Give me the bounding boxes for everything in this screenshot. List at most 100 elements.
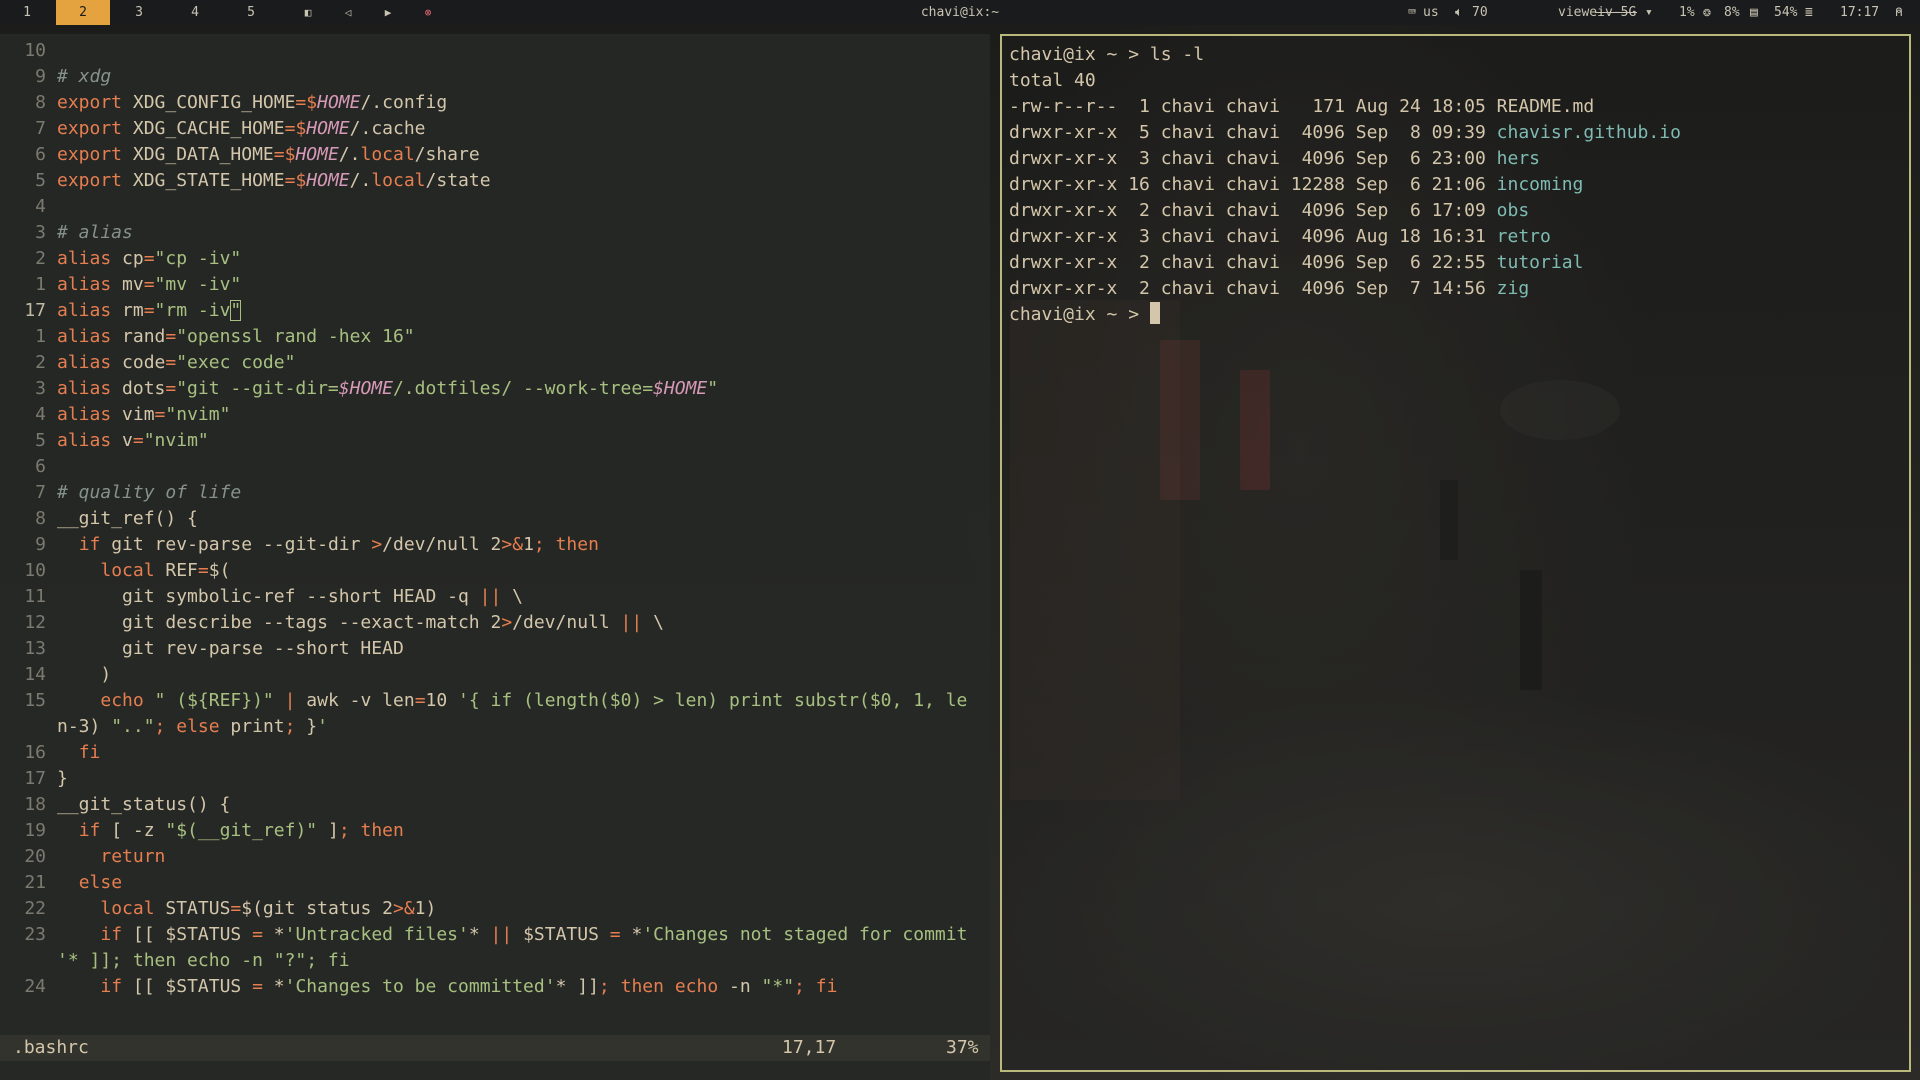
line-number: 1 <box>35 274 46 295</box>
ls-entry: drwxr-xr-x 5 chavi chavi 4096 Sep 8 09:3… <box>1009 120 1681 146</box>
line-number: 4 <box>35 404 46 425</box>
code-text: git rev-parse --short HEAD <box>57 638 404 659</box>
code-text: alias code="exec code" <box>57 352 296 373</box>
code-text: return <box>100 846 166 867</box>
editor-cursor: " <box>230 300 242 321</box>
line-number: 5 <box>35 430 46 451</box>
disk-value: 54% <box>1774 5 1798 20</box>
code-text: else <box>78 872 123 893</box>
code-text: local STATUS=$(git status 2>&1) <box>100 898 437 919</box>
code-text: echo " (${REF})" | awk -v len=10 '{ if (… <box>100 690 968 711</box>
volume-value[interactable]: 70 <box>1472 0 1488 25</box>
next-icon[interactable]: ▶ <box>378 0 398 25</box>
speaker-icon[interactable]: 🔈︎ <box>1455 0 1463 25</box>
workspace-1[interactable]: 1 <box>0 0 54 25</box>
code-text: } <box>57 768 68 789</box>
file-name: README.md <box>1496 96 1595 117</box>
line-number: 13 <box>24 638 46 659</box>
line-number: 15 <box>24 690 46 711</box>
wifi-icon: ▾ <box>1645 5 1653 20</box>
close-window-icon[interactable]: ⊗ <box>418 0 438 25</box>
code-text: alias rand="openssl rand -hex 16" <box>57 326 415 347</box>
ls-entry: drwxr-xr-x 3 chavi chavi 4096 Sep 6 23:0… <box>1009 146 1540 172</box>
terminal-prompt: chavi@ix ~ > <box>1009 304 1140 325</box>
memory-icon: ▤ <box>1750 5 1758 20</box>
line-number: 10 <box>24 560 46 581</box>
editor-window[interactable]: 10 9 # xdg 8 export XDG_CONFIG_HOME=$HOME/.c… <box>0 34 990 1080</box>
ls-entry-meta: drwxr-xr-x 5 chavi chavi 4096 Sep 8 09:3… <box>1009 122 1497 143</box>
workspace-3[interactable]: 3 <box>112 0 166 25</box>
line-number: 6 <box>35 144 46 165</box>
ls-entry-meta: drwxr-xr-x 16 chavi chavi 12288 Sep 6 21… <box>1009 174 1497 195</box>
keyboard-icon: ⌨ <box>1408 5 1416 20</box>
ls-entry: drwxr-xr-x 2 chavi chavi 4096 Sep 6 22:5… <box>1009 250 1583 276</box>
line-number: 22 <box>24 898 46 919</box>
ls-entry: -rw-r--r-- 1 chavi chavi 171 Aug 24 18:0… <box>1009 94 1594 120</box>
code-text: __git_ref() { <box>57 508 198 529</box>
code-text: __git_status() { <box>57 794 231 815</box>
code-text: local REF=$( <box>100 560 231 581</box>
code-text: alias dots="git --git-dir=$HOME/.dotfile… <box>57 378 719 399</box>
cpu-value: 1% <box>1679 5 1695 20</box>
code-text: # quality of life <box>57 482 242 503</box>
status-filename: .bashrc <box>13 1037 89 1058</box>
line-number: 7 <box>35 482 46 503</box>
ls-entry-meta: drwxr-xr-x 2 chavi chavi 4096 Sep 6 17:0… <box>1009 200 1497 221</box>
line-number: 8 <box>35 508 46 529</box>
disk-icon: ≣ <box>1805 5 1813 20</box>
terminal-prompt: chavi@ix ~ > <box>1009 44 1140 65</box>
clock: 17:17 <box>1840 5 1880 20</box>
workspace-5[interactable]: 5 <box>224 0 278 25</box>
line-number: 9 <box>35 66 46 87</box>
line-number: 2 <box>35 248 46 269</box>
directory-name: obs <box>1496 200 1530 221</box>
line-number: 8 <box>35 92 46 113</box>
line-number: 24 <box>24 976 46 997</box>
directory-name: hers <box>1496 148 1541 169</box>
cpu-icon: ❂ <box>1703 5 1711 20</box>
code-text: if [[ $STATUS = *'Untracked files'* || $… <box>100 924 968 945</box>
code-text: alias cp="cp -iv" <box>57 248 242 269</box>
line-number: 12 <box>24 612 46 633</box>
line-number: 23 <box>24 924 46 945</box>
terminal-cursor <box>1149 302 1160 324</box>
code-text: git describe --tags --exact-match 2>/dev… <box>57 612 664 633</box>
workspace-2[interactable]: 2 <box>56 0 110 25</box>
code-text: if git rev-parse --git-dir >/dev/null 2>… <box>78 534 599 555</box>
previous-icon[interactable]: ◁ <box>338 0 358 25</box>
keyboard-layout[interactable]: us <box>1423 0 1439 25</box>
code-text: alias mv="mv -iv" <box>57 274 242 295</box>
status-scroll-percent: 37% <box>946 1037 979 1058</box>
code-text: if [ -z "$(__git_ref)" ]; then <box>78 820 404 841</box>
terminal-total: total 40 <box>1009 70 1096 91</box>
directory-name: chavisr.github.io <box>1496 122 1681 143</box>
line-number: 19 <box>24 820 46 841</box>
directory-name: incoming <box>1496 174 1584 195</box>
line-number: 17 <box>24 300 46 321</box>
terminal-input-line[interactable]: chavi@ix ~ > <box>1009 302 1160 328</box>
person-icon[interactable]: ⍝ <box>1895 0 1903 25</box>
line-number: 4 <box>35 196 46 217</box>
line-number: 18 <box>24 794 46 815</box>
code-text: ) <box>57 664 112 685</box>
layout-icon[interactable]: ◧ <box>298 0 318 25</box>
wifi-name[interactable]: vieweiv-5G <box>1558 0 1636 25</box>
line-number: 5 <box>35 170 46 191</box>
terminal-command: ls -l <box>1149 44 1205 65</box>
workspace-4[interactable]: 4 <box>168 0 222 25</box>
ls-entry: drwxr-xr-x 16 chavi chavi 12288 Sep 6 21… <box>1009 172 1583 198</box>
directory-name: zig <box>1496 278 1530 299</box>
editor-statusline: .bashrc 17,17 37% <box>0 1035 990 1061</box>
line-number: 7 <box>35 118 46 139</box>
code-text: # alias <box>57 222 133 243</box>
line-number: 3 <box>35 222 46 243</box>
ls-entry: drwxr-xr-x 3 chavi chavi 4096 Aug 18 16:… <box>1009 224 1551 250</box>
code-text: fi <box>78 742 101 763</box>
terminal-window[interactable]: chavi@ix ~ > ls -l total 40 -rw-r--r-- 1… <box>1000 34 1911 1072</box>
directory-name: retro <box>1496 226 1551 247</box>
code-text: n-3) ".."; else print; }' <box>57 716 328 737</box>
memory-value: 8% <box>1724 5 1740 20</box>
code-text: export XDG_CACHE_HOME=$HOME/.cache <box>57 118 426 139</box>
line-number: 11 <box>24 586 46 607</box>
code-text: export XDG_DATA_HOME=$HOME/.local/share <box>57 144 480 165</box>
